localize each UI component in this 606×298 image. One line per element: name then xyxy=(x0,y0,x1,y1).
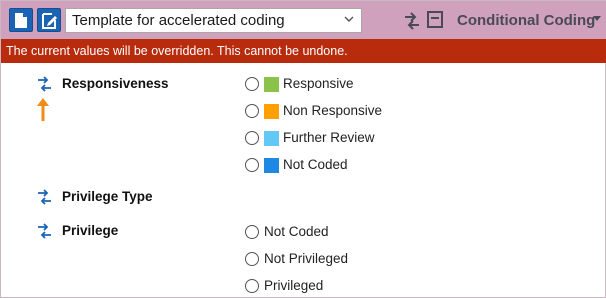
field-label-privilege-type: Privilege Type xyxy=(62,189,153,204)
caret-down-icon[interactable] xyxy=(593,16,601,21)
radio-button[interactable] xyxy=(245,225,259,239)
field-label-responsiveness: Responsiveness xyxy=(62,76,169,91)
window-frame: Template for accelerated coding Conditio… xyxy=(0,0,606,298)
coding-mode-label[interactable]: Conditional Coding xyxy=(457,12,595,29)
edit-document-icon xyxy=(42,13,57,29)
color-swatch xyxy=(264,158,279,173)
swap-arrows-icon[interactable] xyxy=(403,12,421,30)
radio-button[interactable] xyxy=(245,252,259,266)
collapse-panel-icon[interactable] xyxy=(427,11,443,28)
radio-button[interactable] xyxy=(245,279,259,293)
edit-document-button[interactable] xyxy=(37,8,61,32)
annotation-up-arrow-icon xyxy=(37,98,49,121)
field-swap-icon[interactable] xyxy=(36,189,53,206)
option-label: Not Coded xyxy=(264,224,329,239)
radio-button[interactable] xyxy=(245,131,259,145)
radio-button[interactable] xyxy=(245,77,259,91)
coding-toolbar: Template for accelerated coding Conditio… xyxy=(1,1,606,39)
color-swatch xyxy=(264,131,279,146)
warning-text: The current values will be overridden. T… xyxy=(6,44,348,58)
option-label: Non Responsive xyxy=(283,103,383,118)
field-swap-icon[interactable] xyxy=(36,223,53,240)
template-select[interactable]: Template for accelerated coding xyxy=(65,8,362,33)
option-label: Responsive xyxy=(283,76,354,91)
color-swatch xyxy=(264,104,279,119)
option-label: Privileged xyxy=(264,278,324,293)
radio-button[interactable] xyxy=(245,158,259,172)
chevron-down-icon xyxy=(344,16,354,22)
template-select-value: Template for accelerated coding xyxy=(72,12,285,29)
field-swap-icon[interactable] xyxy=(36,76,53,93)
color-swatch xyxy=(264,77,279,92)
new-document-button[interactable] xyxy=(9,8,33,32)
option-label: Further Review xyxy=(283,130,375,145)
option-label: Not Privileged xyxy=(264,251,349,266)
overwrite-warning-banner: The current values will be overridden. T… xyxy=(1,39,606,63)
radio-button[interactable] xyxy=(245,104,259,118)
new-document-icon xyxy=(15,13,27,28)
field-label-privilege: Privilege xyxy=(62,223,119,238)
option-label: Not Coded xyxy=(283,157,348,172)
